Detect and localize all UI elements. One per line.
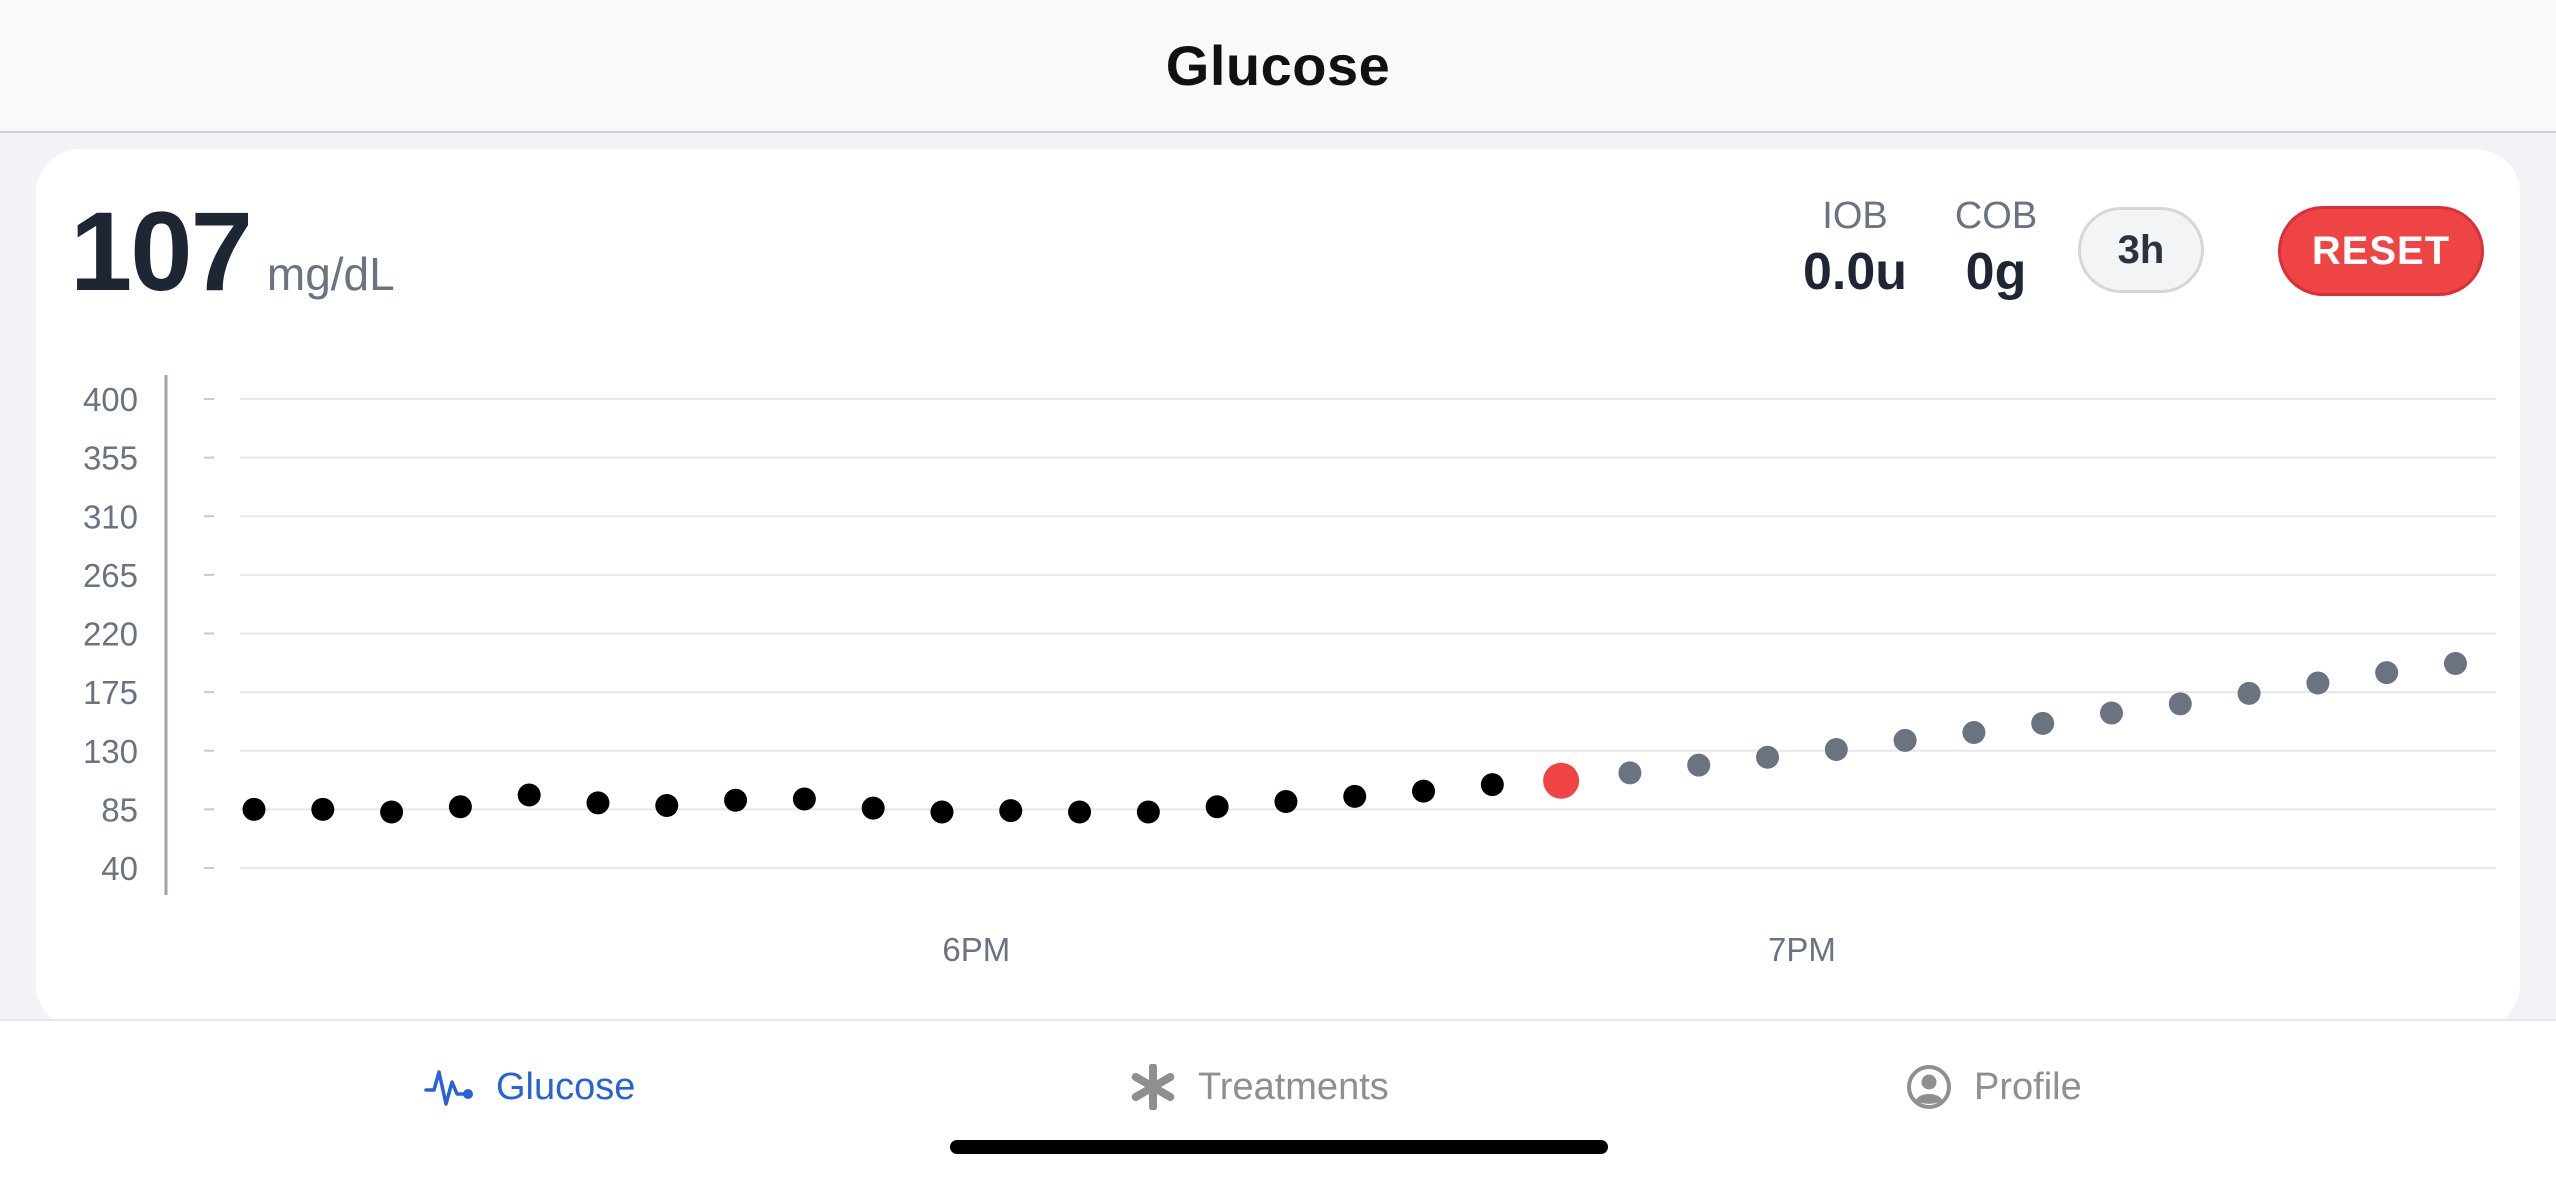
history-point xyxy=(792,787,816,811)
y-tick-label: 175 xyxy=(83,674,138,711)
forecast-point xyxy=(1687,753,1711,777)
x-tick-label: 6PM xyxy=(942,931,1010,968)
tab-treatments-label: Treatments xyxy=(1198,1065,1389,1108)
tab-treatments[interactable]: Treatments xyxy=(1130,1047,1389,1127)
home-indicator xyxy=(950,1140,1608,1154)
y-tick-label: 40 xyxy=(101,850,138,887)
history-point xyxy=(861,796,885,820)
forecast-point xyxy=(2168,692,2192,716)
tab-profile-label: Profile xyxy=(1974,1065,2082,1108)
history-point xyxy=(1205,795,1229,819)
history-point xyxy=(448,795,472,819)
history-point xyxy=(311,797,335,821)
y-tick-label: 355 xyxy=(83,440,138,477)
forecast-point xyxy=(1824,737,1848,761)
navigation-bar: Glucose xyxy=(0,0,2556,133)
forecast-point xyxy=(2306,671,2330,695)
tab-bar: Glucose Treatments Profile xyxy=(0,1019,2556,1181)
forecast-point xyxy=(2375,661,2399,685)
y-tick-label: 265 xyxy=(83,557,138,594)
forecast-point xyxy=(1962,721,1986,745)
page-title: Glucose xyxy=(1165,34,1391,97)
history-point xyxy=(1480,773,1504,797)
history-point xyxy=(1274,790,1298,814)
tab-glucose[interactable]: Glucose xyxy=(424,1047,635,1127)
forecast-point xyxy=(2100,701,2123,725)
history-point xyxy=(517,783,541,807)
y-tick-label: 310 xyxy=(83,498,138,535)
forecast-point xyxy=(2443,651,2467,675)
y-tick-label: 400 xyxy=(83,381,138,418)
history-point xyxy=(1136,800,1160,824)
tab-profile[interactable]: Profile xyxy=(1906,1047,2082,1127)
user-circle-icon xyxy=(1907,1065,1951,1109)
y-tick-label: 130 xyxy=(83,733,138,770)
y-tick-label: 220 xyxy=(83,616,138,653)
history-point xyxy=(380,800,404,824)
history-point xyxy=(930,800,954,824)
current-point xyxy=(1543,762,1580,799)
history-point xyxy=(242,797,266,821)
history-point xyxy=(1068,800,1092,824)
forecast-point xyxy=(1618,761,1642,785)
tab-glucose-label: Glucose xyxy=(496,1065,636,1108)
forecast-point xyxy=(1893,728,1917,752)
history-point xyxy=(1343,784,1367,808)
forecast-point xyxy=(1756,745,1780,769)
glucose-card: 107 mg/dL IOB 0.0u COB 0g 3h RESET 400 35… xyxy=(36,149,2520,1029)
history-point xyxy=(586,791,610,815)
heartbeat-icon xyxy=(424,1070,473,1106)
history-point xyxy=(999,799,1023,823)
history-point xyxy=(724,788,748,812)
history-point xyxy=(655,793,679,817)
forecast-point xyxy=(2031,711,2055,735)
asterisk-icon xyxy=(1131,1064,1175,1110)
history-point xyxy=(1412,779,1436,803)
glucose-chart[interactable]: 400 355 310 265 220 175 130 85 40 6PM 7PM xyxy=(36,149,2520,1029)
y-tick-label: 85 xyxy=(101,791,138,828)
forecast-point xyxy=(2237,681,2261,705)
x-tick-label: 7PM xyxy=(1768,931,1836,968)
